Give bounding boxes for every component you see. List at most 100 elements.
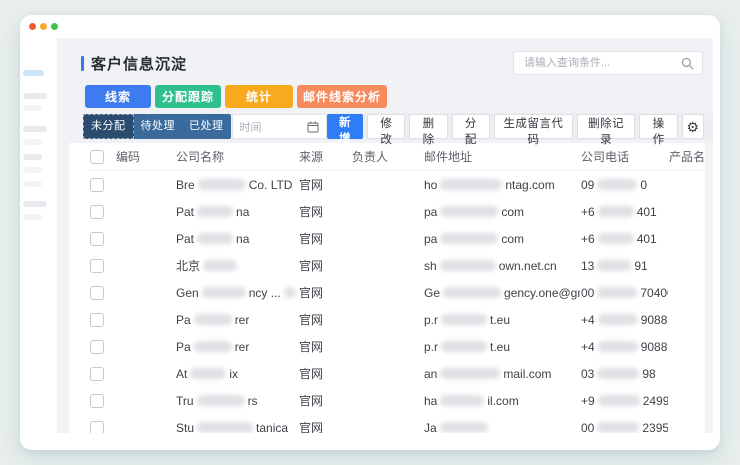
- table-row[interactable]: At ix 官网 an mail.com 03 98: [89, 360, 705, 387]
- action-button-delete[interactable]: 删除: [409, 114, 448, 146]
- nav-button-leads[interactable]: 线索: [85, 85, 151, 108]
- table-row[interactable]: Pa rer 官网 p.r t.eu +4 9088: [89, 306, 705, 333]
- action-button-assign[interactable]: 分配: [451, 114, 491, 146]
- action-button-generate-message-code[interactable]: 生成留言代码: [494, 114, 573, 146]
- table-row[interactable]: Genncy ....官网Gegency.one@gmail.com007040…: [89, 279, 705, 306]
- search-input[interactable]: [522, 56, 681, 70]
- cell-product: [668, 333, 705, 360]
- cell-text: na: [236, 231, 250, 246]
- cell-company: Pat na: [175, 198, 298, 225]
- cell-text: il.com: [487, 393, 519, 408]
- sidebar-skeleton-item[interactable]: [23, 139, 42, 145]
- row-checkbox[interactable]: [90, 285, 104, 300]
- cell-owner: [351, 360, 423, 387]
- row-checkbox[interactable]: [90, 204, 104, 219]
- column-header: 公司名称: [175, 143, 298, 171]
- cell-phone: 00 70400: [580, 279, 668, 306]
- table-row[interactable]: Pa rer 官网 p.r t.eu +4 9088: [89, 333, 705, 360]
- action-button-operations[interactable]: 操作: [639, 114, 678, 146]
- date-filter-input[interactable]: 时间: [231, 114, 327, 139]
- settings-gear-icon[interactable]: ⚙: [681, 114, 704, 139]
- cell-text: t.eu: [490, 312, 511, 327]
- sidebar-skeleton-item[interactable]: [23, 126, 47, 132]
- cell-text: Pa: [176, 339, 191, 354]
- cell-source: 官网: [299, 205, 324, 219]
- nav-button-assign-track[interactable]: 分配跟踪: [155, 85, 221, 108]
- sidebar-skeleton-item[interactable]: [23, 70, 44, 76]
- sidebar-skeleton-item[interactable]: [23, 93, 47, 99]
- action-button-edit[interactable]: 修改: [367, 114, 406, 146]
- cell-text: ncy ...: [248, 285, 281, 300]
- cell-text: rer: [234, 339, 250, 354]
- nav-button-stats[interactable]: 统计: [225, 85, 293, 108]
- redacted-text: [439, 260, 496, 272]
- cell-owner: [351, 306, 423, 333]
- search-box[interactable]: [513, 51, 703, 75]
- sidebar-skeleton-item[interactable]: [23, 105, 42, 111]
- cell-phone: +6 401: [580, 198, 668, 225]
- column-header: 编码: [115, 143, 175, 171]
- filter-tab-pending[interactable]: 待处理: [134, 114, 183, 139]
- cell-email: pa com: [423, 198, 580, 225]
- redacted-text: [441, 314, 488, 326]
- action-button-add[interactable]: 新增: [326, 114, 364, 145]
- nav-button-email-leads-analysis[interactable]: 邮件线索分析: [297, 85, 388, 108]
- cell-phone: +4 9088: [580, 333, 668, 360]
- row-checkbox[interactable]: [90, 393, 104, 408]
- cell-phone: +4 9088: [580, 306, 668, 333]
- sidebar-skeleton-item[interactable]: [23, 154, 42, 160]
- search-icon[interactable]: [681, 57, 694, 70]
- cell-phone: 03 98: [580, 360, 668, 387]
- row-checkbox[interactable]: [90, 312, 104, 327]
- cell-text: +4: [581, 312, 595, 327]
- row-checkbox[interactable]: [90, 339, 104, 354]
- cell-text: Ja: [424, 420, 437, 433]
- table-row[interactable]: Pat na 官网 pa com +6 401: [89, 198, 705, 225]
- sidebar-skeleton-item[interactable]: [23, 214, 42, 220]
- traffic-light-close-icon[interactable]: [29, 23, 36, 30]
- sidebar-skeleton-item[interactable]: [23, 167, 42, 173]
- filter-tab-processed[interactable]: 已处理: [182, 114, 231, 139]
- cell-email: an mail.com: [423, 360, 580, 387]
- table-row[interactable]: Tru rs 官网 ha il.com +9 2499: [89, 387, 705, 414]
- row-checkbox[interactable]: [90, 231, 104, 246]
- cell-source: 官网: [299, 340, 324, 354]
- calendar-icon[interactable]: [307, 121, 319, 133]
- cell-text: At: [176, 366, 188, 381]
- cell-text: Bre: [176, 177, 195, 192]
- cell-code: [115, 306, 175, 333]
- cell-text: 09: [581, 177, 595, 192]
- action-button-delete-records[interactable]: 删除记录: [576, 114, 636, 146]
- cell-email: pa com: [423, 225, 580, 252]
- traffic-light-minimize-icon[interactable]: [40, 23, 47, 30]
- redacted-text: [197, 233, 234, 245]
- sidebar-skeleton-item[interactable]: [23, 201, 47, 207]
- table-row[interactable]: Stu tanica 官网 Ja 00 23953: [89, 414, 705, 433]
- cell-text: 91: [634, 258, 648, 273]
- table-row[interactable]: Pat na 官网 pa com +6 401: [89, 225, 705, 252]
- cell-company: Pa rer: [175, 333, 298, 360]
- row-checkbox[interactable]: [90, 420, 104, 433]
- sidebar-skeleton-item[interactable]: [23, 181, 42, 187]
- traffic-light-zoom-icon[interactable]: [51, 23, 58, 30]
- row-checkbox[interactable]: [90, 177, 104, 192]
- cell-company: At ix: [175, 360, 298, 387]
- cell-code: [115, 414, 175, 433]
- app-window: 客户信息沉淀 线索分配跟踪统计邮件线索分析 未分配待处理已处理 时间: [20, 15, 720, 450]
- filter-tab-unassigned[interactable]: 未分配: [83, 114, 134, 139]
- row-checkbox[interactable]: [90, 366, 104, 381]
- cell-text: 401: [636, 204, 657, 219]
- row-checkbox[interactable]: [90, 258, 104, 273]
- cell-text: own.net.cn: [498, 258, 557, 273]
- select-all-checkbox[interactable]: [90, 149, 104, 164]
- table-row[interactable]: Bre Co. LTD 官网 ho ntag.com 09 0: [89, 171, 705, 199]
- cell-text: 2499: [642, 393, 668, 408]
- cell-company: Pa rer: [175, 306, 298, 333]
- redacted-text: [193, 314, 232, 326]
- table-row[interactable]: 北京 官网 sh own.net.cn 13 91: [89, 252, 705, 279]
- redacted-text: [597, 368, 640, 380]
- redacted-text: [597, 395, 640, 407]
- cell-company: Pat na: [175, 225, 298, 252]
- redacted-text: [440, 206, 499, 218]
- redacted-text: [441, 341, 488, 353]
